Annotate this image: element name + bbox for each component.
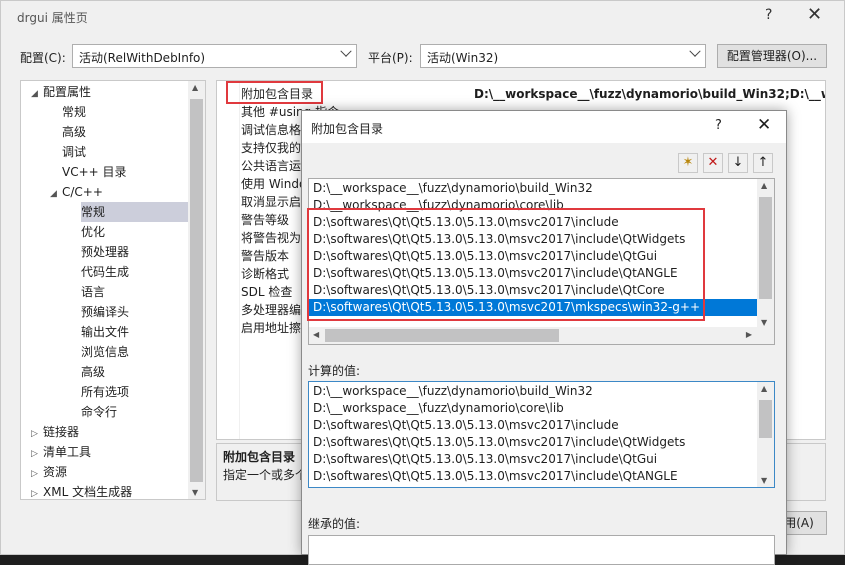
- inherited-label: 继承的值:: [308, 517, 361, 531]
- dialog-close-button[interactable]: ✕: [757, 115, 771, 135]
- property-tree: ◢ 配置属性 常规 高级 调试 VC++ 目录 ◢ C/C++ 常规 优化 预处理器 代码生成 语言 预编…: [20, 80, 206, 500]
- tree-item-label: 输出文件: [81, 325, 130, 339]
- tree-item-label: 常规: [81, 205, 106, 219]
- computed-item: D:\__workspace__\fuzz\dynamorio\build_Wi…: [313, 384, 593, 398]
- tree-item-label: 常规: [62, 105, 87, 119]
- dialog-title-bar: 附加包含目录 ? ✕: [302, 111, 786, 143]
- tree-item[interactable]: VC++ 目录: [62, 162, 205, 182]
- tree-item[interactable]: ▷ 资源: [31, 462, 199, 482]
- highlight-box: [226, 81, 323, 104]
- close-button[interactable]: ✕: [807, 4, 822, 25]
- scroll-thumb[interactable]: [190, 99, 203, 482]
- tree-item[interactable]: 常规: [62, 102, 205, 122]
- highlight-box: [307, 208, 705, 321]
- tree-item-label: 清单工具: [43, 445, 92, 459]
- tree-item-label: 调试: [62, 145, 87, 159]
- tree-item-label: VC++ 目录: [62, 165, 127, 179]
- tree-item-label: 配置属性: [43, 85, 92, 99]
- platform-value: 活动(Win32): [427, 51, 499, 65]
- config-label: 配置(C):: [20, 51, 66, 65]
- entries-scrollbar[interactable]: ▲ ▼: [757, 179, 774, 329]
- computed-item: D:\softwares\Qt\Qt5.13.0\5.13.0\msvc2017…: [313, 435, 686, 449]
- expand-icon[interactable]: ▷: [31, 464, 43, 484]
- scroll-up-icon[interactable]: ▲: [761, 384, 767, 393]
- config-manager-button[interactable]: 配置管理器(O)...: [717, 44, 827, 68]
- tree-item[interactable]: ▷ 链接器: [31, 422, 199, 442]
- tree-item[interactable]: 高级: [62, 122, 205, 142]
- chevron-down-icon: [340, 45, 352, 57]
- hscroll-thumb[interactable]: [325, 329, 559, 342]
- scroll-right-icon[interactable]: ▶: [746, 330, 752, 339]
- collapse-icon[interactable]: ◢: [50, 184, 62, 204]
- platform-select[interactable]: 活动(Win32): [420, 44, 706, 68]
- expand-icon[interactable]: ▷: [31, 484, 43, 499]
- new-line-icon[interactable]: ✶: [678, 153, 698, 173]
- tree-item-label: 高级: [62, 125, 87, 139]
- tree-scrollbar[interactable]: ▲ ▼: [188, 81, 205, 499]
- move-down-icon[interactable]: ↓: [728, 153, 748, 173]
- dialog-help-button[interactable]: ?: [715, 118, 722, 133]
- help-button[interactable]: ?: [765, 7, 772, 23]
- inherited-list[interactable]: [308, 535, 775, 565]
- dialog-title: 附加包含目录: [311, 122, 384, 136]
- computed-item: D:\softwares\Qt\Qt5.13.0\5.13.0\msvc2017…: [313, 418, 619, 432]
- scroll-up-icon[interactable]: ▲: [192, 83, 198, 92]
- scroll-thumb[interactable]: [759, 197, 772, 299]
- chevron-down-icon: [689, 45, 701, 57]
- tree-item-label: 浏览信息: [81, 345, 130, 359]
- delete-icon[interactable]: ✕: [703, 153, 723, 173]
- tree-item-label: 所有选项: [81, 385, 130, 399]
- move-up-icon[interactable]: ↑: [753, 153, 773, 173]
- collapse-icon[interactable]: ◢: [31, 84, 43, 104]
- tree-item-label: 预处理器: [81, 245, 130, 259]
- scroll-thumb[interactable]: [759, 400, 772, 438]
- computed-label: 计算的值:: [308, 364, 361, 378]
- scroll-down-icon[interactable]: ▼: [192, 488, 198, 497]
- entry-item[interactable]: D:\__workspace__\fuzz\dynamorio\build_Wi…: [309, 180, 757, 197]
- entries-hscrollbar[interactable]: ◀ ▶: [309, 327, 774, 344]
- tree-item[interactable]: 调试: [62, 142, 205, 162]
- property-name: SDL 检查: [241, 285, 293, 299]
- scroll-up-icon[interactable]: ▲: [761, 181, 767, 190]
- property-name: 警告等级: [241, 213, 290, 227]
- computed-list[interactable]: D:\__workspace__\fuzz\dynamorio\build_Wi…: [308, 381, 775, 488]
- scroll-left-icon[interactable]: ◀: [313, 330, 319, 339]
- tree-item[interactable]: ◢ 配置属性: [31, 82, 199, 102]
- tree-item-label: 高级: [81, 365, 106, 379]
- computed-item: D:\softwares\Qt\Qt5.13.0\5.13.0\msvc2017…: [313, 469, 678, 483]
- tree-item[interactable]: ▷ XML 文档生成器: [31, 482, 199, 499]
- property-value[interactable]: D:\__workspace__\fuzz\dynamorio\build_Wi…: [474, 85, 825, 103]
- tree-item-label: 链接器: [43, 425, 80, 439]
- scroll-down-icon[interactable]: ▼: [761, 476, 767, 485]
- tree-item-label: 命令行: [81, 405, 118, 419]
- expand-icon[interactable]: ▷: [31, 444, 43, 464]
- tree-item-label: 语言: [81, 285, 106, 299]
- tree-item-label: 代码生成: [81, 265, 130, 279]
- description-title: 附加包含目录: [223, 450, 296, 464]
- tree-item-label: 资源: [43, 465, 68, 479]
- tree-item-label: 优化: [81, 225, 106, 239]
- window-title: drgui 属性页: [17, 11, 88, 25]
- property-name: 警告版本: [241, 249, 290, 263]
- config-select[interactable]: 活动(RelWithDebInfo): [72, 44, 357, 68]
- tree-item-label: 预编译头: [81, 305, 130, 319]
- property-name: 诊断格式: [241, 267, 290, 281]
- config-value: 活动(RelWithDebInfo): [79, 51, 206, 65]
- tree-item-label: C/C++: [62, 185, 103, 199]
- computed-scrollbar[interactable]: ▲ ▼: [757, 382, 774, 487]
- computed-item: D:\softwares\Qt\Qt5.13.0\5.13.0\msvc2017…: [313, 452, 658, 466]
- tree-item-label: XML 文档生成器: [43, 485, 133, 499]
- title-bar: drgui 属性页 ? ✕: [1, 1, 844, 33]
- scroll-down-icon[interactable]: ▼: [761, 318, 767, 327]
- include-dirs-dialog: 附加包含目录 ? ✕ ✶ ✕ ↓ ↑ D:\__workspace__\fuzz…: [301, 110, 787, 565]
- platform-label: 平台(P):: [368, 51, 413, 65]
- tree-item[interactable]: ◢ C/C++: [50, 182, 205, 204]
- tree-item[interactable]: ▷ 清单工具: [31, 442, 199, 462]
- computed-item: D:\__workspace__\fuzz\dynamorio\core\lib: [313, 401, 564, 415]
- expand-icon[interactable]: ▷: [31, 424, 43, 444]
- configuration-row: 配置(C): 活动(RelWithDebInfo) 平台(P): 活动(Win3…: [1, 44, 844, 70]
